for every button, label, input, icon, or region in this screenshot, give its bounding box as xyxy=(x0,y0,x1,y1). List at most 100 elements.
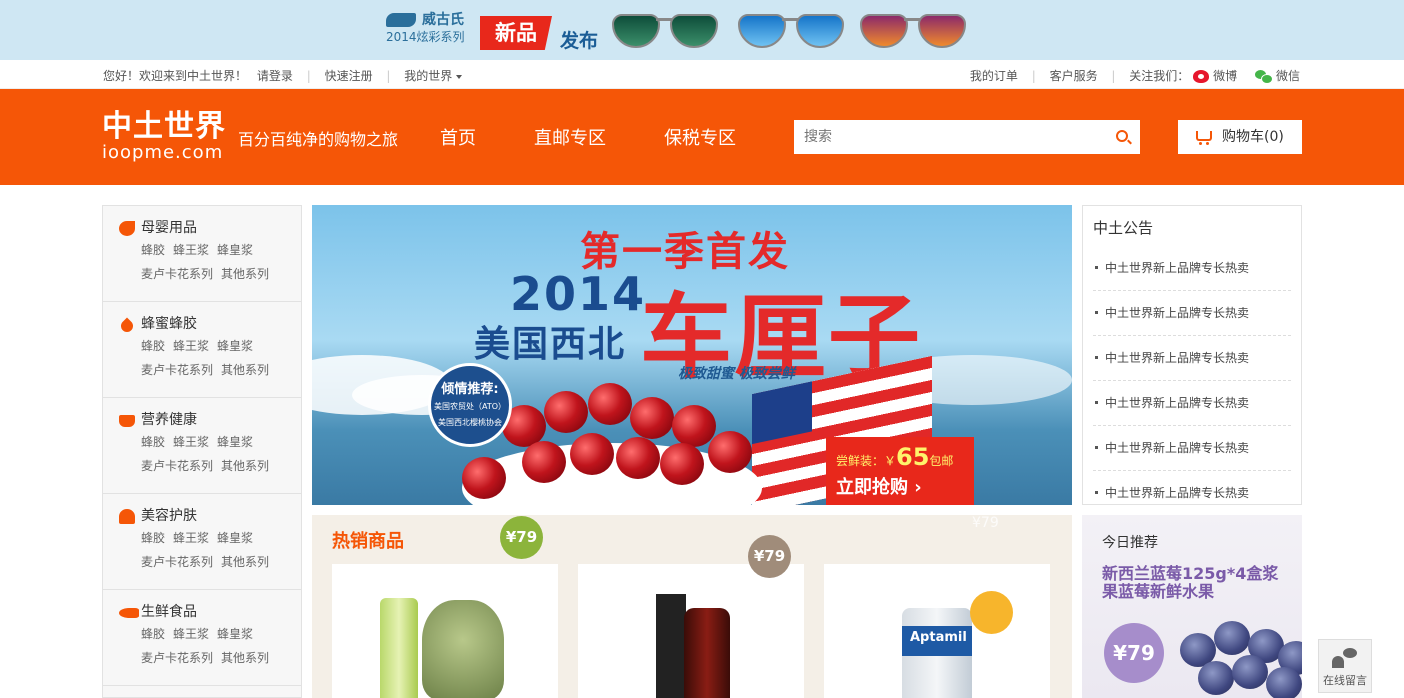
category-link[interactable]: 蜂王浆 xyxy=(173,339,209,353)
stroller-icon xyxy=(119,221,135,236)
category-links: 蜂胶 蜂王浆 蜂皇浆 xyxy=(117,526,301,550)
online-message-button[interactable]: 在线留言 xyxy=(1318,639,1372,693)
cherry-image xyxy=(616,437,660,479)
hero-recommend-badge: 倾情推荐: 美国农贸处（ATO） 美国西北樱桃协会 xyxy=(428,363,512,447)
announcement-item[interactable]: 中土世界新上品牌专长热卖 xyxy=(1093,291,1291,336)
category-link[interactable]: 其他系列 xyxy=(221,363,269,377)
search-icon[interactable] xyxy=(1116,130,1128,142)
site-logo[interactable]: 中土世界 ioopme.com xyxy=(102,111,226,163)
online-message-label: 在线留言 xyxy=(1323,674,1367,687)
cart-button[interactable]: 购物车(0) xyxy=(1178,120,1302,154)
announcement-item[interactable]: 中土世界新上品牌专长热卖 xyxy=(1093,471,1291,516)
category-link[interactable]: 麦卢卡花系列 xyxy=(141,267,213,281)
nav-direct-mail[interactable]: 直邮专区 xyxy=(534,124,606,150)
search-input[interactable] xyxy=(794,120,1094,154)
category-link[interactable]: 蜂胶 xyxy=(141,243,165,257)
category-link[interactable]: 其他系列 xyxy=(221,651,269,665)
formula-tin-image: Aptamil xyxy=(902,608,972,698)
my-orders-link[interactable]: 我的订单 xyxy=(970,69,1018,83)
category-link[interactable]: 其他系列 xyxy=(221,459,269,473)
cherry-image xyxy=(672,405,716,447)
category-title[interactable]: 母婴用品 xyxy=(117,218,301,238)
category-link[interactable]: 蜂胶 xyxy=(141,531,165,545)
announcement-item[interactable]: 中土世界新上品牌专长热卖 xyxy=(1093,381,1291,426)
hero-slogan: 极致甜蜜 极致尝鲜 xyxy=(678,366,795,382)
category-link[interactable]: 蜂王浆 xyxy=(173,243,209,257)
weibo-icon xyxy=(1193,70,1210,83)
promo-new-label: 新品 xyxy=(480,16,552,50)
category-link[interactable]: 蜂王浆 xyxy=(173,531,209,545)
my-world-dropdown[interactable]: 我的世界 xyxy=(404,69,463,83)
category-title[interactable]: 营养健康 xyxy=(117,410,301,430)
nav-bonded[interactable]: 保税专区 xyxy=(664,124,736,150)
ghost-price-label: ¥79 xyxy=(972,515,999,531)
category-link[interactable]: 蜂胶 xyxy=(141,627,165,641)
register-link[interactable]: 快速注册 xyxy=(325,69,373,83)
category-link[interactable]: 麦卢卡花系列 xyxy=(141,651,213,665)
blueberry-image xyxy=(1198,661,1234,695)
category-link[interactable]: 蜂王浆 xyxy=(173,435,209,449)
today-recommend-panel[interactable]: 今日推荐 新西兰蓝莓125g*4盒浆果蓝莓新鲜水果 ¥79 xyxy=(1082,515,1302,698)
weibo-link[interactable]: 微博 xyxy=(1193,69,1237,83)
login-link[interactable]: 请登录 xyxy=(257,69,293,83)
category-links: 麦卢卡花系列 其他系列 xyxy=(117,262,301,286)
wechat-icon xyxy=(1254,70,1273,84)
category-links: 蜂胶 蜂王浆 蜂皇浆 xyxy=(117,622,301,646)
announcement-item[interactable]: 中土世界新上品牌专长热卖 xyxy=(1093,426,1291,471)
gift-bag-image xyxy=(422,600,504,698)
promo-brand: 威古氏 2014炫彩系列 xyxy=(386,12,466,48)
cherry-image xyxy=(522,441,566,483)
main-header: 中土世界 ioopme.com 百分百纯净的购物之旅 首页 直邮专区 保税专区 … xyxy=(0,89,1404,185)
chat-icon xyxy=(1332,648,1358,670)
main-nav: 首页 直邮专区 保税专区 xyxy=(440,124,794,150)
category-link[interactable]: 蜂皇浆 xyxy=(217,435,253,449)
nav-home[interactable]: 首页 xyxy=(440,124,476,150)
category-sidebar: 母婴用品 蜂胶 蜂王浆 蜂皇浆 麦卢卡花系列 其他系列 蜂蜜蜂胶 蜂胶 蜂王浆 蜂皇浆 麦卢卡花系列… xyxy=(102,205,302,698)
cherry-image xyxy=(570,433,614,475)
search-box xyxy=(794,120,1140,154)
promo-banner[interactable]: 威古氏 2014炫彩系列 新品 发布 xyxy=(0,0,1404,60)
product-card-aptamil[interactable]: Aptamil xyxy=(824,564,1050,698)
category-link[interactable]: 蜂胶 xyxy=(141,339,165,353)
category-link[interactable]: 麦卢卡花系列 xyxy=(141,363,213,377)
hero-banner[interactable]: 第一季首发 2014 美国西北 车厘子 极致甜蜜 极致尝鲜 倾情推荐: 美国农贸… xyxy=(312,205,1072,505)
category-link[interactable]: 麦卢卡花系列 xyxy=(141,555,213,569)
category-title[interactable]: 蜂蜜蜂胶 xyxy=(117,314,301,334)
follow-us-label: 关注我们： xyxy=(1129,69,1190,83)
wechat-link[interactable]: 微信 xyxy=(1254,69,1300,84)
category-link[interactable]: 蜂胶 xyxy=(141,435,165,449)
customer-service-link[interactable]: 客户服务 xyxy=(1050,69,1098,83)
category-link[interactable]: 蜂王浆 xyxy=(173,627,209,641)
category-link[interactable]: 麦卢卡花系列 xyxy=(141,459,213,473)
announcement-item[interactable]: 中土世界新上品牌专长热卖 xyxy=(1093,246,1291,291)
product-card-kiwifruit[interactable] xyxy=(332,564,558,698)
blueberry-image xyxy=(1266,667,1302,698)
syrup-box-image xyxy=(656,594,686,698)
today-price-badge: ¥79 xyxy=(1104,623,1164,683)
person-icon xyxy=(119,509,135,524)
cup-icon xyxy=(119,415,135,427)
cherry-image xyxy=(630,397,674,439)
promo-series: 2014炫彩系列 xyxy=(386,30,465,44)
category-block: 生鲜食品 蜂胶 蜂王浆 蜂皇浆 麦卢卡花系列 其他系列 xyxy=(103,590,301,686)
category-block: 美容护肤 蜂胶 蜂王浆 蜂皇浆 麦卢卡花系列 其他系列 xyxy=(103,494,301,590)
category-link[interactable]: 蜂皇浆 xyxy=(217,339,253,353)
category-link[interactable]: 其他系列 xyxy=(221,267,269,281)
category-link[interactable]: 蜂皇浆 xyxy=(217,627,253,641)
cherry-image xyxy=(544,391,588,433)
announcement-panel: 中土公告 中土世界新上品牌专长热卖 中土世界新上品牌专长热卖 中土世界新上品牌专… xyxy=(1082,205,1302,505)
hero-buy-now-button[interactable]: 尝鲜装：￥65包邮 立即抢购 › xyxy=(826,437,974,505)
category-link[interactable]: 蜂皇浆 xyxy=(217,531,253,545)
category-title[interactable]: 生鲜食品 xyxy=(117,602,301,622)
caret-down-icon xyxy=(456,74,463,79)
category-links: 蜂胶 蜂王浆 蜂皇浆 xyxy=(117,334,301,358)
cherry-image xyxy=(708,431,752,473)
category-link[interactable]: 其他系列 xyxy=(221,555,269,569)
category-links: 蜂胶 蜂王浆 蜂皇浆 xyxy=(117,430,301,454)
category-title[interactable]: 美容护肤 xyxy=(117,506,301,526)
sunglasses-green-image xyxy=(612,8,720,52)
category-links: 麦卢卡花系列 其他系列 xyxy=(117,454,301,478)
category-link[interactable]: 蜂皇浆 xyxy=(217,243,253,257)
product-card-honey-syrup[interactable] xyxy=(578,564,804,698)
announcement-item[interactable]: 中土世界新上品牌专长热卖 xyxy=(1093,336,1291,381)
